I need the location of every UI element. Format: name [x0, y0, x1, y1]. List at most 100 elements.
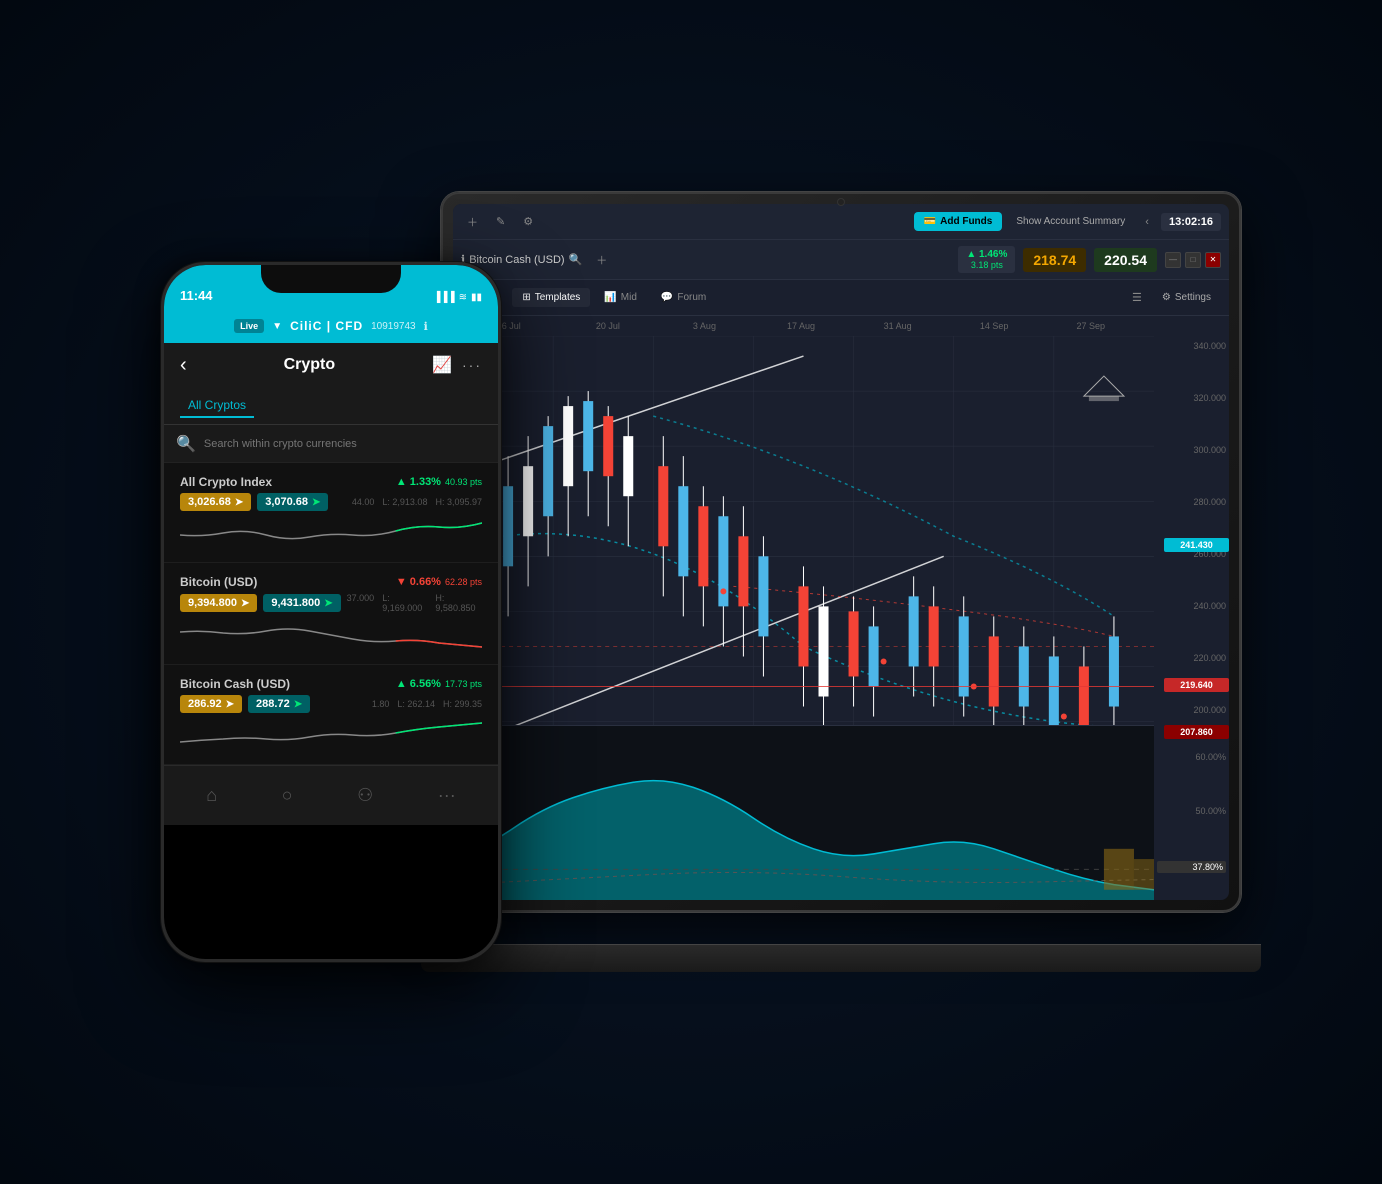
change-pct-bitcoin: ▼ 0.66%	[396, 576, 441, 588]
sell-price-bitcoin[interactable]: 9,394.800 ➤	[180, 594, 257, 612]
high-bch: H: 299.35	[443, 699, 482, 709]
dropdown-arrow[interactable]: ▼	[272, 321, 282, 332]
nav-arrow-btn[interactable]: ‹	[1139, 212, 1155, 232]
tab-forum[interactable]: 💬 Forum	[651, 288, 716, 307]
add-watchlist-btn[interactable]: ＋	[590, 248, 613, 272]
bottom-nav-more[interactable]: ···	[438, 785, 456, 806]
signal-icon: ▐▐▐	[433, 292, 454, 303]
close-btn[interactable]: ✕	[1205, 252, 1221, 268]
templates-label: Templates	[535, 292, 581, 303]
search-input[interactable]	[204, 438, 486, 450]
more-options-icon[interactable]: ···	[462, 357, 482, 373]
buy-price-bch[interactable]: 288.72 ➤	[248, 695, 310, 713]
list-view-btn[interactable]: ☰	[1126, 287, 1148, 308]
asset-change: ▼ 0.66% 62.28 pts	[396, 576, 482, 588]
buy-value: 3,070.68	[265, 496, 308, 508]
list-item[interactable]: All Crypto Index ▲ 1.33% 40.93 pts 3,026…	[164, 463, 498, 563]
bottom-nav-search[interactable]: ○	[282, 785, 293, 806]
search-icon: 🔍	[176, 434, 196, 454]
battery-icon: ▮▮	[471, 292, 482, 303]
show-account-button[interactable]: Show Account Summary	[1008, 212, 1133, 231]
vol-50: 50.00%	[1157, 806, 1226, 816]
brand-bar: Live ▼ CiliC | CFD 10919743 ℹ	[164, 309, 498, 343]
chart-area: 6 Jul 20 Jul 3 Aug 17 Aug 31 Aug 14 Sep …	[453, 316, 1229, 900]
buy-arrow-icon: ➤	[312, 497, 320, 508]
vol-37: 37.80%	[1157, 861, 1226, 873]
chart-icon[interactable]: 📈	[432, 355, 452, 375]
bottom-nav-users[interactable]: ⚇	[357, 785, 373, 806]
sell-arrow-icon: ➤	[241, 598, 249, 609]
forum-icon: 💬	[661, 292, 673, 303]
info-icon[interactable]: ℹ	[424, 320, 428, 333]
asset-name-bch: Bitcoin Cash (USD)	[180, 677, 290, 691]
tab-templates[interactable]: ⊞ Templates	[512, 288, 590, 307]
asset-list: All Crypto Index ▲ 1.33% 40.93 pts 3,026…	[164, 463, 498, 765]
buy-value: 288.72	[256, 698, 290, 710]
window-controls: — □ ✕	[1165, 252, 1221, 268]
date-7: 27 Sep	[1042, 321, 1139, 331]
mini-chart-crypto-index	[180, 515, 482, 550]
low-bch: L: 262.14	[397, 699, 435, 709]
asset-header: All Crypto Index ▲ 1.33% 40.93 pts	[180, 475, 482, 489]
settings-tab[interactable]: ⚙ Settings	[1152, 288, 1221, 307]
asset-change: ▲ 6.56% 17.73 pts	[396, 678, 482, 690]
asset-header: Bitcoin (USD) ▼ 0.66% 62.28 pts	[180, 575, 482, 589]
scene: ＋ ✎ ⚙ 💳 Add Funds Show Account Summary ‹…	[141, 142, 1241, 1042]
search-icon[interactable]: 🔍	[569, 253, 583, 266]
phone-body: 11:44 ▐▐▐ ≋ ▮▮ Live ▼ CiliC | CFD 109197…	[161, 262, 501, 962]
account-number: 10919743	[371, 321, 416, 332]
price-280: 280.000	[1157, 497, 1226, 507]
ask-price[interactable]: 220.54	[1094, 248, 1157, 272]
laptop-body: ＋ ✎ ⚙ 💳 Add Funds Show Account Summary ‹…	[441, 192, 1241, 912]
bottom-nav-home[interactable]: ⌂	[206, 785, 217, 806]
price-tag-219: 219.640	[1164, 678, 1229, 692]
bid-price[interactable]: 218.74	[1023, 248, 1086, 272]
volume-chart	[453, 726, 1154, 900]
spread-crypto: 44.00	[352, 497, 375, 507]
low-btc: L: 9,169.000	[382, 593, 427, 613]
add-funds-button[interactable]: 💳 Add Funds	[914, 212, 1003, 231]
back-button[interactable]: ‹	[180, 354, 187, 377]
change-percent: ▲ 1.46%	[966, 249, 1007, 260]
buy-price-bitcoin[interactable]: 9,431.800 ➤	[263, 594, 340, 612]
gear-icon: ⚙	[1162, 292, 1171, 303]
price-tag-241: 241.430	[1164, 538, 1229, 552]
tab-all-cryptos[interactable]: All Cryptos	[180, 394, 254, 418]
sell-value: 9,394.800	[188, 597, 237, 609]
sell-price-bch[interactable]: 286.92 ➤	[180, 695, 242, 713]
more-nav-icon: ···	[438, 785, 456, 806]
price-240: 240.000	[1157, 601, 1226, 611]
asset-prices: 286.92 ➤ 288.72 ➤ 1.80 L: 262.14 H: 299.…	[180, 695, 482, 713]
price-200: 200.000	[1157, 705, 1226, 715]
sell-arrow-icon: ➤	[235, 497, 243, 508]
date-6: 14 Sep	[946, 321, 1043, 331]
buy-price-crypto-index[interactable]: 3,070.68 ➤	[257, 493, 328, 511]
live-badge: Live	[234, 319, 264, 333]
toolbar-add-btn[interactable]: ＋	[461, 210, 484, 234]
asset-name-crypto-index: All Crypto Index	[180, 475, 272, 489]
status-icons: ▐▐▐ ≋ ▮▮	[433, 292, 482, 303]
list-item[interactable]: Bitcoin Cash (USD) ▲ 6.56% 17.73 pts 286…	[164, 665, 498, 765]
change-points: 3.18 pts	[966, 260, 1007, 270]
toolbar-config-btn[interactable]: ⚙	[517, 211, 539, 232]
nav-bar: ‹ Crypto 📈 ···	[164, 343, 498, 387]
tab-mid[interactable]: 📊 Mid	[594, 288, 647, 307]
date-4: 17 Aug	[753, 321, 850, 331]
mini-chart-bch	[180, 717, 482, 752]
list-item[interactable]: Bitcoin (USD) ▼ 0.66% 62.28 pts 9,394.80…	[164, 563, 498, 665]
trading-toolbar: ＋ ✎ ⚙ 💳 Add Funds Show Account Summary ‹…	[453, 204, 1229, 240]
spread-bch: 1.80	[372, 699, 390, 709]
asset-change: ▲ 1.33% 40.93 pts	[396, 476, 482, 488]
asset-name-bitcoin: Bitcoin (USD)	[180, 575, 257, 589]
restore-btn[interactable]: □	[1185, 252, 1201, 268]
asset-prices: 9,394.800 ➤ 9,431.800 ➤ 37.000 L: 9,169.…	[180, 593, 482, 613]
vol-60: 60.00%	[1157, 752, 1226, 762]
phone-notch	[261, 265, 401, 293]
sell-price-crypto-index[interactable]: 3,026.68 ➤	[180, 493, 251, 511]
bottom-nav: ⌂ ○ ⚇ ···	[164, 765, 498, 825]
laptop-base	[421, 944, 1261, 972]
minimize-btn[interactable]: —	[1165, 252, 1181, 268]
high-btc: H: 9,580.850	[435, 593, 482, 613]
change-pts-crypto-index: 40.93 pts	[445, 477, 482, 487]
toolbar-edit-btn[interactable]: ✎	[490, 211, 511, 232]
